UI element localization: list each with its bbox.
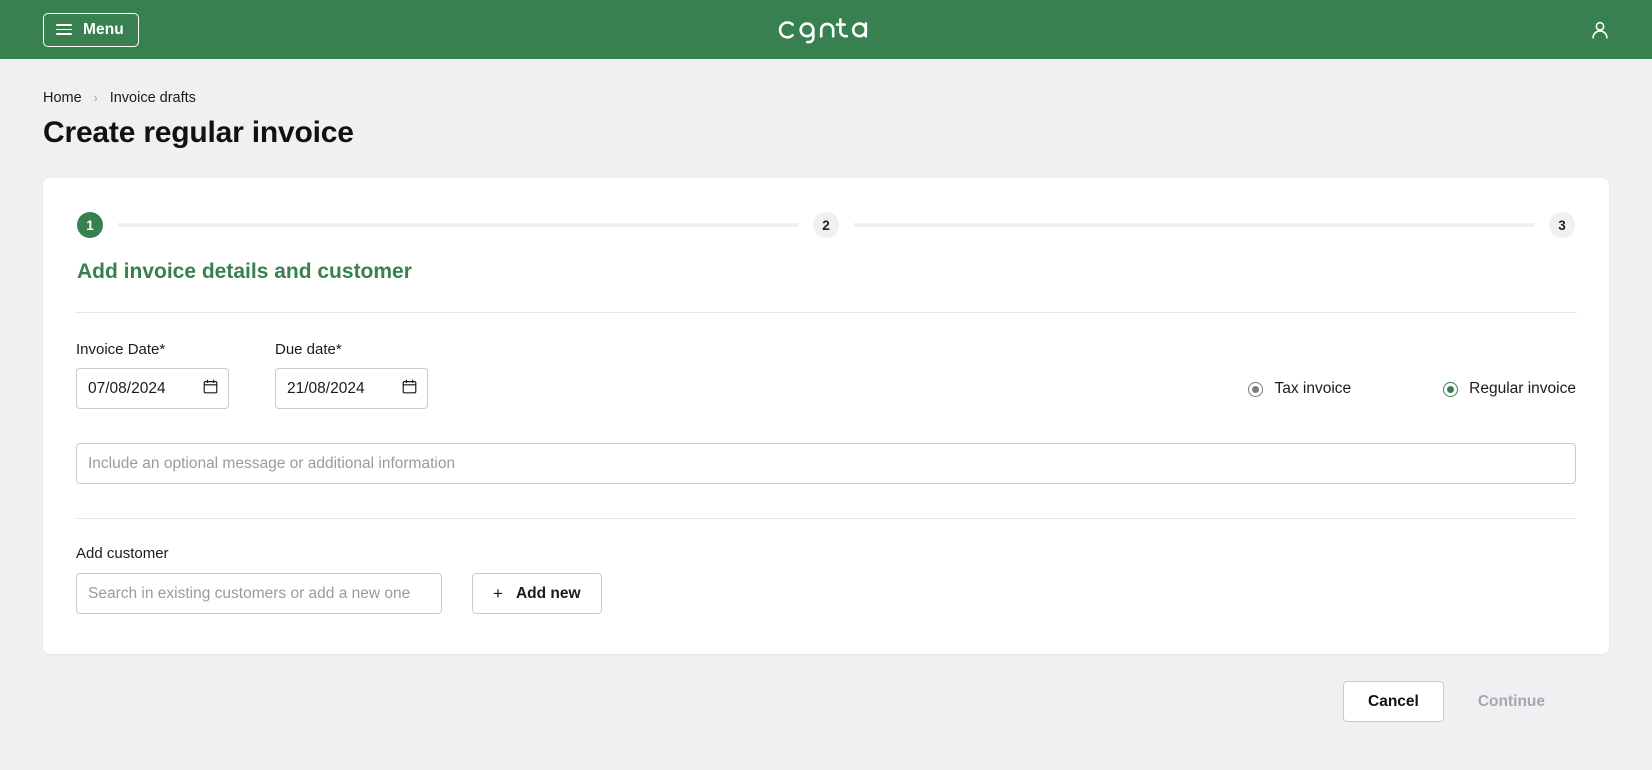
form-footer: Cancel Continue [43,681,1609,722]
radio-tax-invoice[interactable]: Tax invoice [1248,380,1351,398]
add-customer-row: Search in existing customers or add a ne… [76,573,1576,614]
menu-button[interactable]: Menu [43,12,139,47]
due-date-input[interactable]: 21/08/2024 [275,368,428,409]
add-customer-section: Add customer Search in existing customer… [76,545,1576,614]
customer-search-placeholder: Search in existing customers or add a ne… [88,584,411,602]
user-account-icon [1592,21,1608,39]
page-content: Home › Invoice drafts Create regular inv… [0,90,1652,722]
plus-icon: + [493,584,503,603]
radio-regular-invoice-label: Regular invoice [1469,380,1576,397]
invoice-form-card: 1 2 3 Add invoice details and customer I… [43,178,1609,654]
user-account-button[interactable] [1585,15,1615,45]
calendar-icon[interactable] [402,379,417,399]
step-connector-2-3 [853,223,1535,227]
breadcrumb-separator-icon: › [93,91,98,105]
add-new-customer-button[interactable]: + Add new [472,573,602,614]
hamburger-icon [56,24,72,35]
divider-top [75,312,1577,313]
optional-message-placeholder: Include an optional message or additiona… [88,454,456,472]
conta-logo-icon [778,17,868,43]
step-heading: Add invoice details and customer [77,260,412,283]
radio-tax-invoice-label: Tax invoice [1274,380,1352,397]
page-title: Create regular invoice [43,116,354,149]
breadcrumb-item-home[interactable]: Home [43,90,82,106]
due-date-field: Due date* 21/08/2024 [275,341,428,409]
breadcrumb-item-invoice-drafts[interactable]: Invoice drafts [110,90,196,106]
step-indicator-3[interactable]: 3 [1549,212,1575,238]
top-bar: Menu [0,0,1652,59]
add-new-customer-label: Add new [515,584,581,602]
step-connector-1-2 [117,223,799,227]
radio-regular-invoice[interactable]: Regular invoice [1443,380,1576,398]
invoice-date-field: Invoice Date* 07/08/2024 [76,341,229,409]
optional-message-input[interactable]: Include an optional message or additiona… [76,443,1576,484]
breadcrumb: Home › Invoice drafts [43,90,1609,106]
invoice-date-input[interactable]: 07/08/2024 [76,368,229,409]
step-indicator-2[interactable]: 2 [813,212,839,238]
step-indicator-1[interactable]: 1 [77,212,103,238]
invoice-type-radio-group: Tax invoice Regular invoice [1248,380,1576,409]
due-date-value: 21/08/2024 [287,379,365,397]
invoice-date-value: 07/08/2024 [88,379,166,397]
add-customer-label: Add customer [76,545,169,562]
due-date-label: Due date* [275,341,342,358]
customer-search-input[interactable]: Search in existing customers or add a ne… [76,573,442,614]
dates-and-type-row: Invoice Date* 07/08/2024 Due date* 21/08… [67,341,1585,409]
continue-button: Continue [1464,681,1559,722]
radio-unselected-icon [1248,381,1264,397]
invoice-date-label: Invoice Date* [76,341,166,358]
radio-selected-icon [1443,381,1459,397]
calendar-icon[interactable] [203,379,218,399]
stepper: 1 2 3 [67,212,1585,238]
menu-button-label: Menu [83,20,124,38]
divider-bottom [76,518,1576,519]
brand-logo [0,0,1652,59]
cancel-button[interactable]: Cancel [1343,681,1444,722]
